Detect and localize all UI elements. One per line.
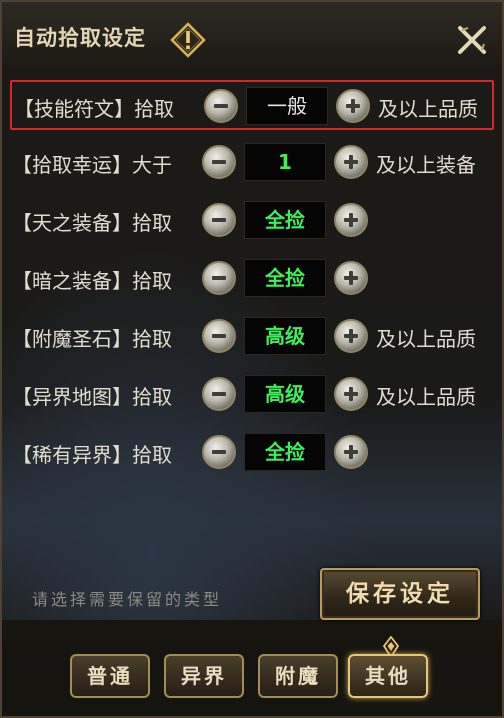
- rule-suffix: 及以上品质: [376, 327, 476, 351]
- rule-value-field[interactable]: 高级: [244, 375, 326, 413]
- tab-0[interactable]: 普通: [70, 654, 150, 698]
- tab-2[interactable]: 附魔: [258, 654, 338, 698]
- rule-value-field[interactable]: 全捡: [244, 433, 326, 471]
- plus-icon-vertical: [349, 387, 353, 401]
- rule-value-field[interactable]: 一般: [246, 87, 328, 125]
- rule-value-field[interactable]: 全捡: [244, 201, 326, 239]
- decrease-button[interactable]: [202, 261, 236, 295]
- plus-icon-vertical: [349, 329, 353, 343]
- pickup-rule-row: 【拾取幸运】大于 1 及以上装备: [2, 138, 502, 188]
- pickup-rule-row: 【天之装备】拾取 全捡: [2, 196, 502, 246]
- plus-icon-vertical: [349, 213, 353, 227]
- rule-label: 【附魔圣石】拾取: [12, 327, 172, 351]
- rule-suffix: 及以上品质: [378, 97, 478, 121]
- title-bar: 自动拾取设定: [2, 2, 502, 73]
- decrease-button[interactable]: [202, 377, 236, 411]
- decrease-button[interactable]: [202, 145, 236, 179]
- increase-button[interactable]: [334, 203, 368, 237]
- minus-icon: [212, 160, 226, 164]
- rule-label: 【稀有异界】拾取: [12, 443, 172, 467]
- decrease-button[interactable]: [202, 203, 236, 237]
- plus-icon-vertical: [349, 271, 353, 285]
- decrease-button[interactable]: [202, 435, 236, 469]
- pickup-rule-row: 【技能符文】拾取 一般 及以上品质: [10, 80, 494, 130]
- decrease-button[interactable]: [204, 89, 238, 123]
- exclamation-diamond-icon[interactable]: [170, 22, 206, 58]
- auto-pickup-settings-window: 自动拾取设定 【技能符文】拾取 一般 及以上品质 【拾取幸运】大于 1 及以上装备 【天之装…: [0, 0, 504, 718]
- increase-button[interactable]: [334, 261, 368, 295]
- plus-icon-vertical: [349, 445, 353, 459]
- save-settings-button[interactable]: 保存设定: [320, 568, 480, 620]
- minus-icon: [212, 276, 226, 280]
- rule-label: 【技能符文】拾取: [14, 97, 174, 121]
- increase-button[interactable]: [334, 319, 368, 353]
- minus-icon: [212, 334, 226, 338]
- close-x-icon[interactable]: [454, 22, 490, 58]
- minus-icon: [212, 218, 226, 222]
- rule-suffix: 及以上装备: [376, 153, 476, 177]
- rule-label: 【天之装备】拾取: [12, 211, 172, 235]
- increase-button[interactable]: [334, 435, 368, 469]
- rule-label: 【暗之装备】拾取: [12, 269, 172, 293]
- pickup-rule-row: 【异界地图】拾取 高级 及以上品质: [2, 370, 502, 420]
- increase-button[interactable]: [334, 377, 368, 411]
- minus-icon: [214, 104, 228, 108]
- tab-3[interactable]: 其他: [348, 654, 428, 698]
- decrease-button[interactable]: [202, 319, 236, 353]
- pickup-rule-row: 【稀有异界】拾取 全捡: [2, 428, 502, 478]
- rule-value-field[interactable]: 高级: [244, 317, 326, 355]
- increase-button[interactable]: [334, 145, 368, 179]
- window-title: 自动拾取设定: [14, 26, 146, 50]
- pickup-rule-row: 【附魔圣石】拾取 高级 及以上品质: [2, 312, 502, 362]
- rule-value-field[interactable]: 全捡: [244, 259, 326, 297]
- minus-icon: [212, 392, 226, 396]
- plus-icon-vertical: [351, 99, 355, 113]
- minus-icon: [212, 450, 226, 454]
- tab-1[interactable]: 异界: [164, 654, 244, 698]
- plus-icon-vertical: [349, 155, 353, 169]
- rule-label: 【拾取幸运】大于: [12, 153, 172, 177]
- save-hint-text: 请选择需要保留的类型: [32, 590, 223, 609]
- rule-suffix: 及以上品质: [376, 385, 476, 409]
- settings-content: 【技能符文】拾取 一般 及以上品质 【拾取幸运】大于 1 及以上装备 【天之装备】拾取 全捡【…: [2, 72, 502, 620]
- rule-value-field[interactable]: 1: [244, 143, 326, 181]
- rule-label: 【异界地图】拾取: [12, 385, 172, 409]
- pickup-rule-row: 【暗之装备】拾取 全捡: [2, 254, 502, 304]
- increase-button[interactable]: [336, 89, 370, 123]
